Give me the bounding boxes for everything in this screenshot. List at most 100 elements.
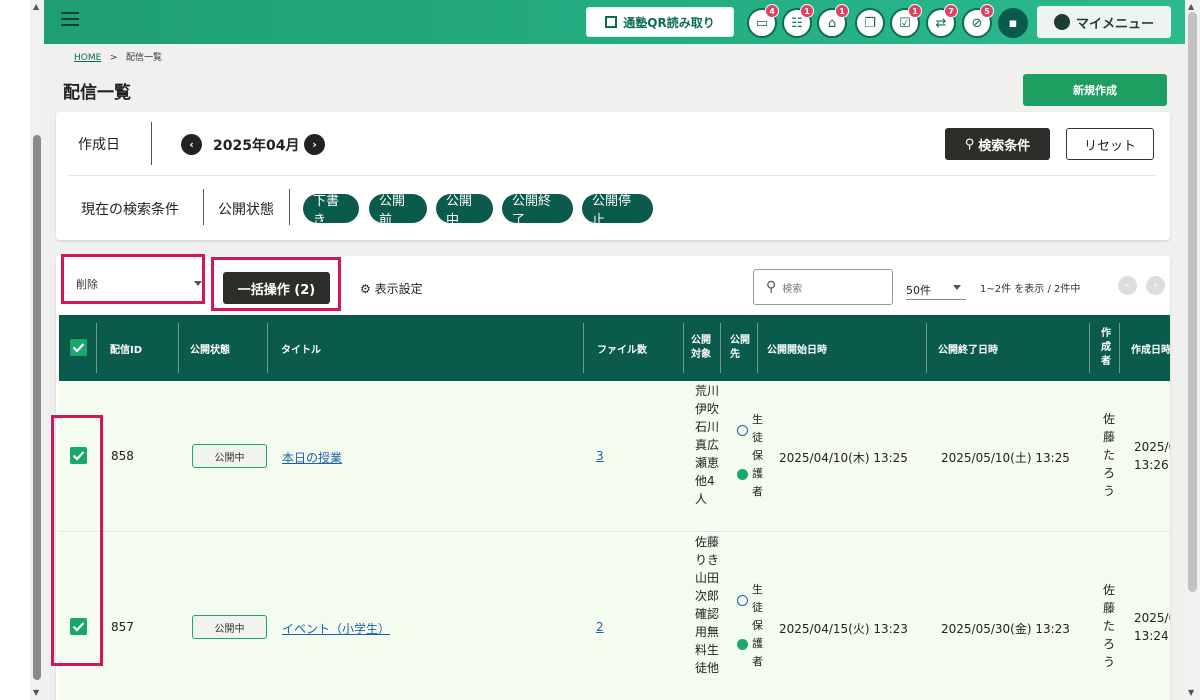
prev-page-icon[interactable]: ‹ (1118, 276, 1137, 295)
highlight-row-checkboxes (51, 415, 103, 666)
search-placeholder: 検索 (782, 283, 803, 295)
next-month-icon[interactable]: › (304, 134, 325, 155)
col-title[interactable]: タイトル (267, 341, 321, 356)
qr-scan-label: 通塾QR読み取り (623, 15, 715, 30)
chip-before-publish[interactable]: 公開前 (369, 194, 427, 228)
col-author[interactable]: 作成者 (1089, 327, 1113, 369)
row-id: 857 (111, 620, 134, 634)
hamburger-menu-icon[interactable] (61, 12, 79, 28)
breadcrumb-current: 配信一覧 (126, 53, 163, 63)
parent-icon (737, 639, 748, 650)
divider (289, 189, 290, 225)
range-text: 1~2件 を表示 / 2件中 (980, 284, 1081, 295)
display-settings-label: 表示設定 (374, 282, 423, 296)
left-scrollbar[interactable]: ▲ ▼ (30, 0, 44, 700)
row-created: 2025/0 13:24 (1134, 609, 1170, 645)
group-icon[interactable]: ☷ 1 (782, 4, 814, 38)
chip-publish-ended[interactable]: 公開終了 (502, 194, 573, 228)
display-settings-button[interactable]: ⚙ 表示設定 (360, 280, 423, 297)
gift-icon[interactable]: ❐ (855, 8, 885, 38)
breadcrumb-separator: > (109, 53, 118, 63)
student-icon (737, 595, 748, 606)
my-menu-button[interactable]: マイメニュー (1037, 6, 1171, 38)
scroll-up-arrow-icon[interactable]: ▲ (33, 2, 39, 11)
col-start[interactable]: 公開開始日時 (757, 341, 827, 356)
row-end: 2025/05/10(土) 13:25 (941, 451, 1070, 465)
row-created-date: 2025/0 (1134, 440, 1170, 454)
row-target: 佐藤りき山田次郎確認用無料生徒他 (695, 535, 720, 675)
col-destination[interactable]: 公開先 (720, 334, 750, 362)
col-target[interactable]: 公開対象 (683, 334, 711, 362)
row-dest-student: 生徒 (752, 583, 763, 614)
highlight-bulk-select (61, 254, 205, 304)
school-icon[interactable]: ⌂ 1 (817, 4, 849, 38)
col-files[interactable]: ファイル数 (583, 341, 647, 356)
divider (203, 189, 204, 225)
col-end[interactable]: 公開終了日時 (926, 341, 998, 356)
right-scrollbar-thumb[interactable] (1188, 12, 1197, 592)
next-page-icon[interactable]: › (1146, 276, 1165, 295)
per-page-select[interactable]: 50件 (906, 274, 966, 300)
col-status[interactable]: 公開状態 (178, 341, 230, 356)
block-icon[interactable]: ⊘ 5 (962, 4, 994, 38)
month-value: 2025年04月 (213, 138, 300, 154)
qr-code-icon (605, 16, 618, 28)
scroll-down-arrow-icon[interactable]: ▼ (1188, 688, 1194, 697)
checklist-badge: 1 (908, 4, 922, 18)
row-dest-parent: 保護者 (752, 619, 763, 668)
breadcrumb: HOME > 配信一覧 (74, 50, 162, 63)
app-window: 通塾QR読み取り ▭ 4 ☷ 1 ⌂ 1 ❐ ☑ 1 ⇄ 7 ⊘ 5 ▪ マイメニュー HO… (44, 0, 1185, 700)
chevron-down-icon (953, 285, 961, 290)
top-header: 通塾QR読み取り ▭ 4 ☷ 1 ⌂ 1 ❐ ☑ 1 ⇄ 7 ⊘ 5 ▪ マイメニュー (44, 0, 1185, 44)
search-conditions-label: 検索条件 (978, 138, 1031, 154)
per-page-value: 50件 (906, 284, 931, 297)
row-id: 858 (111, 449, 134, 463)
search-icon: ⚲ (964, 136, 975, 152)
status-label: 公開状態 (218, 202, 274, 218)
row-start: 2025/04/10(木) 13:25 (779, 451, 908, 465)
gear-icon: ⚙ (360, 282, 371, 296)
chip-publish-stopped[interactable]: 公開停止 (582, 194, 653, 228)
row-files-link[interactable]: 2 (596, 620, 604, 634)
table-row[interactable]: 857 公開中 イベント（小学生） 2 佐藤りき山田次郎確認用無料生徒他 生徒 … (59, 533, 1170, 700)
divider (68, 175, 1156, 176)
row-dest-student: 生徒 (752, 413, 763, 444)
prev-month-icon[interactable]: ‹ (181, 134, 202, 155)
col-created[interactable]: 作成日時 (1119, 341, 1170, 356)
scroll-up-arrow-icon[interactable]: ▲ (1188, 2, 1194, 11)
row-title-link[interactable]: 本日の授業 (282, 449, 342, 466)
row-created: 2025/0 13:26 (1134, 438, 1170, 474)
select-all-checkbox[interactable] (70, 339, 87, 356)
chip-draft[interactable]: 下書き (303, 194, 359, 228)
reset-button[interactable]: リセット (1066, 128, 1154, 160)
new-create-button[interactable]: 新規作成 (1023, 74, 1167, 106)
row-end: 2025/05/30(金) 13:23 (941, 622, 1070, 636)
delivery-list-panel: 削除 一括操作 (2) ⚙ 表示設定 ⚲ 検索 50件 1~2件 を表示 / 2… (56, 256, 1170, 700)
message-icon[interactable]: ▭ 4 (747, 4, 779, 38)
group-badge: 1 (800, 4, 814, 18)
qr-scan-button[interactable]: 通塾QR読み取り (586, 7, 734, 37)
school-badge: 1 (835, 4, 849, 18)
page-title: 配信一覧 (63, 83, 131, 103)
row-title-link[interactable]: イベント（小学生） (282, 620, 390, 637)
scroll-down-arrow-icon[interactable]: ▼ (33, 688, 39, 697)
status-badge: 公開中 (192, 615, 267, 639)
divider (151, 122, 152, 165)
swap-icon[interactable]: ⇄ 7 (926, 4, 958, 38)
table-row[interactable]: 858 公開中 本日の授業 3 荒川伊吹石川真広瀬恵他4人 生徒 保護者 202… (59, 381, 1170, 532)
student-icon (737, 425, 748, 436)
col-id[interactable]: 配信ID (96, 341, 142, 356)
chip-published[interactable]: 公開中 (436, 194, 493, 228)
left-scrollbar-thumb[interactable] (33, 135, 41, 680)
row-files-link[interactable]: 3 (596, 449, 604, 463)
message-badge: 4 (765, 4, 779, 18)
right-scrollbar[interactable]: ▲ ▼ (1185, 0, 1200, 700)
breadcrumb-home-link[interactable]: HOME (74, 53, 101, 63)
date-label: 作成日 (78, 137, 120, 153)
checklist-icon[interactable]: ☑ 1 (890, 4, 922, 38)
table-header: 配信ID 公開状態 タイトル ファイル数 公開対象 公開先 公開開始日時 公開終… (59, 315, 1170, 381)
block-badge: 5 (980, 4, 994, 18)
search-conditions-button[interactable]: ⚲ 検索条件 (945, 128, 1050, 160)
chat-icon[interactable]: ▪ (998, 8, 1028, 38)
list-search-input[interactable]: ⚲ 検索 (753, 269, 893, 305)
